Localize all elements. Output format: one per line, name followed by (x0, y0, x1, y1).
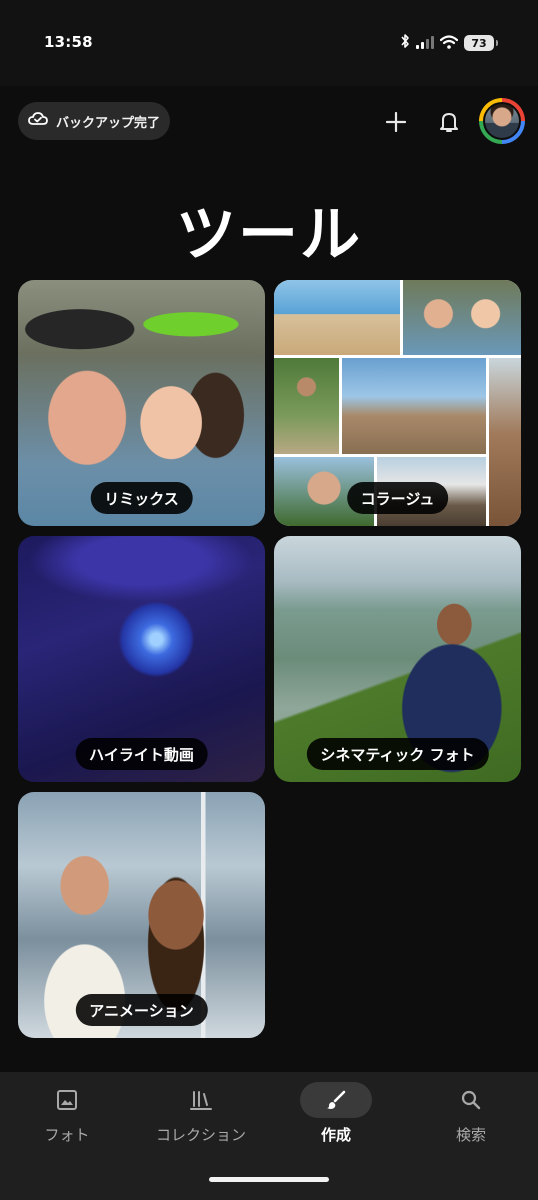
backup-status-label: バックアップ完了 (56, 115, 161, 131)
nav-tab-search[interactable]: 検索 (411, 1082, 531, 1154)
status-icons: 73 (400, 33, 498, 53)
plus-icon (386, 112, 406, 132)
backup-status-chip[interactable]: バックアップ完了 (18, 102, 170, 140)
cellular-signal-icon (416, 34, 434, 53)
nav-label: フォト (44, 1126, 90, 1144)
tool-tile-collage[interactable]: コラージュ (274, 280, 521, 526)
status-time: 13:58 (44, 33, 93, 51)
photo-icon (57, 1090, 77, 1110)
nav-label: 検索 (455, 1126, 486, 1144)
app-header: バックアップ完了 (0, 86, 538, 166)
tool-label-cinematic-photo: シネマティック フォト (306, 738, 489, 770)
nav-pill (435, 1082, 507, 1118)
collage-photo (342, 358, 486, 454)
tool-label-collage: コラージュ (346, 482, 449, 514)
collage-photo (403, 280, 521, 355)
status-bar: 13:58 73 (0, 0, 538, 86)
tool-label-highlight-video: ハイライト動画 (75, 738, 208, 770)
battery-indicator: 73 (464, 35, 498, 51)
nav-pill-active (300, 1082, 372, 1118)
account-avatar-button[interactable] (479, 98, 525, 144)
tool-tile-animation[interactable]: アニメーション (18, 792, 265, 1038)
nav-label: コレクション (155, 1126, 246, 1144)
bluetooth-icon (400, 33, 410, 53)
tool-tile-cinematic-photo[interactable]: シネマティック フォト (274, 536, 521, 782)
nav-label: 作成 (320, 1126, 351, 1144)
cloud-done-icon (28, 111, 48, 131)
nav-tab-create[interactable]: 作成 (276, 1082, 396, 1154)
collage-photo (274, 358, 339, 454)
tool-label-animation: アニメーション (75, 994, 208, 1026)
nav-tab-photos[interactable]: フォト (7, 1082, 127, 1154)
add-button[interactable] (380, 106, 412, 138)
tool-tile-remix[interactable]: リミックス (18, 280, 265, 526)
brush-icon (327, 1090, 346, 1109)
nav-pill (165, 1082, 237, 1118)
nav-tab-collections[interactable]: コレクション (141, 1082, 261, 1154)
collage-photo (489, 358, 521, 526)
tool-label-remix: リミックス (90, 482, 193, 514)
avatar (483, 102, 521, 140)
collage-photo (274, 280, 400, 355)
wifi-icon (439, 34, 459, 53)
search-icon (461, 1090, 481, 1110)
home-indicator (209, 1177, 329, 1182)
notifications-button[interactable] (433, 106, 465, 138)
nav-pill (31, 1082, 103, 1118)
library-icon (190, 1091, 212, 1110)
page-title: ツール (176, 200, 362, 270)
tool-tile-highlight-video[interactable]: ハイライト動画 (18, 536, 265, 782)
bell-icon (440, 113, 458, 132)
